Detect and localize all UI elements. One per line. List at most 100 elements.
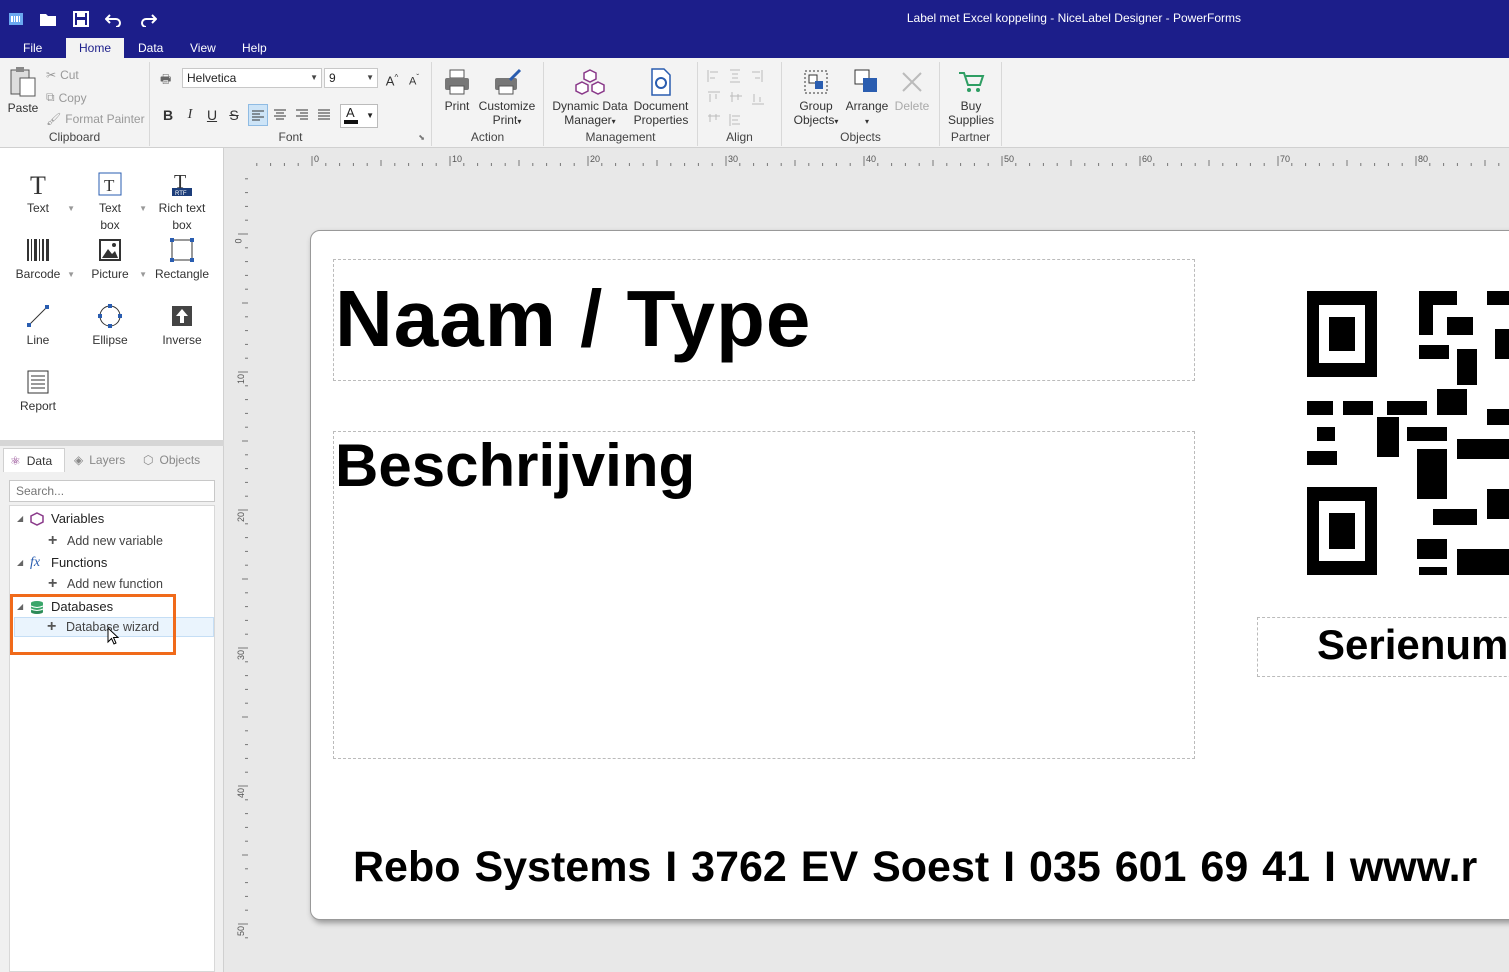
buy-supplies-button[interactable]: Buy Supplies (944, 68, 998, 127)
ellipse-tool[interactable]: Ellipse (75, 302, 145, 349)
font-size-select[interactable]: 9 ▼ (324, 68, 378, 88)
italic-button[interactable]: I (180, 104, 200, 126)
undo-icon[interactable] (101, 8, 127, 30)
font-family-select[interactable]: Helvetica ▼ (182, 68, 322, 88)
text-tool[interactable]: T Text ▼ (3, 170, 75, 217)
delete-button[interactable]: Delete (890, 68, 934, 113)
variable-cube-icon (30, 512, 44, 526)
ruler-label: 80 (1418, 154, 1429, 164)
chevron-down-icon: ▾ (864, 117, 869, 126)
bold-button[interactable]: B (158, 104, 178, 126)
paste-button[interactable]: Paste (4, 66, 42, 115)
copy-button[interactable]: ⧉ Copy (46, 90, 87, 105)
ruler-label: 70 (1280, 154, 1291, 164)
window-title: Label met Excel koppeling - NiceLabel De… (906, 11, 1241, 25)
chevron-down-icon: ▼ (67, 270, 75, 279)
cut-button[interactable]: ✂ Cut (46, 68, 79, 82)
paste-icon (10, 67, 36, 97)
ruler-label: 60 (1142, 154, 1153, 164)
chevron-down-icon: ▼ (139, 204, 147, 213)
add-new-function[interactable]: + Add new function (10, 574, 214, 594)
inverse-tool[interactable]: Inverse (147, 302, 217, 349)
strikethrough-button[interactable]: S (224, 104, 244, 126)
format-painter-button[interactable]: 🖌 Format Painter (46, 112, 145, 126)
grow-font-button[interactable]: A^ (382, 67, 402, 89)
printer-font-icon: 🖶 (160, 72, 172, 86)
search-input[interactable] (9, 480, 215, 502)
objects-group: Group Objects▾ Arrange ▾ Delete Objects (782, 62, 940, 146)
app-icon (3, 8, 29, 30)
report-tool[interactable]: Report (3, 368, 73, 415)
font-color-icon: A (346, 105, 355, 120)
partner-group: Buy Supplies Partner (940, 62, 1002, 146)
open-folder-icon[interactable] (35, 8, 61, 30)
chevron-down-icon: ▼ (366, 111, 374, 120)
tab-help[interactable]: Help (232, 38, 277, 58)
chevron-down-icon: ▾ (611, 117, 616, 126)
tab-data[interactable]: Data (128, 38, 173, 58)
align-left-button[interactable] (248, 104, 268, 126)
print-button[interactable]: Print (438, 68, 476, 113)
svg-text:T: T (30, 171, 46, 198)
ellipse-icon (98, 304, 122, 328)
align-center-button[interactable] (270, 104, 290, 126)
document-properties-button[interactable]: Document Properties (630, 68, 692, 127)
align-tools-icon (707, 69, 764, 126)
expand-triangle-icon[interactable]: ◢ (17, 509, 23, 529)
ruler-label: 50 (236, 925, 247, 937)
picture-tool[interactable]: Picture ▼ (75, 236, 147, 283)
picture-icon (99, 239, 121, 261)
text-icon: T (30, 171, 46, 198)
line-tool[interactable]: Line (3, 302, 73, 349)
ribbon: Paste ✂ Cut ⧉ Copy 🖌 Format Painter Clipboa… (0, 58, 1509, 148)
dynamic-data-manager-button[interactable]: Dynamic Data Manager▾ (550, 68, 630, 129)
data-icon: ⚛ (10, 453, 21, 468)
beschrijving-text: Beschrijving (335, 432, 696, 499)
ruler-label: 0 (233, 238, 244, 244)
arrange-icon (854, 69, 877, 92)
tab-objects[interactable]: ⬡ Objects (137, 448, 206, 472)
qr-code[interactable] (1307, 289, 1509, 587)
tab-home[interactable]: Home (66, 38, 124, 58)
tab-file[interactable]: File (13, 38, 52, 58)
plus-icon: + (48, 575, 58, 592)
chevron-down-icon: ▾ (834, 117, 839, 126)
printer-icon (445, 69, 469, 95)
tab-view[interactable]: View (180, 38, 226, 58)
rectangle-tool[interactable]: Rectangle (147, 236, 217, 283)
tree-node-functions[interactable]: ◢ fx Functions (10, 553, 214, 573)
justify-button[interactable] (314, 104, 334, 126)
tab-layers[interactable]: ◈ Layers (68, 448, 131, 472)
text-box-icon: T (98, 172, 122, 196)
company-footer-text: Rebo Systems I 3762 EV Soest I 035 601 6… (353, 843, 1478, 891)
add-new-variable[interactable]: + Add new variable (10, 531, 214, 551)
report-icon (27, 370, 49, 394)
rectangle-icon (170, 238, 194, 262)
shrink-font-button[interactable]: Aˇ (404, 67, 424, 89)
ruler-label: 10 (452, 154, 463, 164)
underline-button[interactable]: U (202, 104, 222, 126)
tab-data-panel[interactable]: ⚛ Data (3, 448, 65, 472)
chevron-down-icon: ▼ (67, 204, 75, 213)
redo-icon[interactable] (135, 8, 161, 30)
customize-print-button[interactable]: Customize Print▾ (476, 68, 538, 129)
ruler-label: 50 (1004, 154, 1015, 164)
naam-type-text: Naam / Type (335, 274, 812, 363)
barcode-tool[interactable]: Barcode ▼ (3, 236, 75, 283)
rich-text-box-tool[interactable]: T RTF Rich text box (147, 170, 217, 234)
save-icon[interactable] (68, 8, 94, 30)
barcode-icon (27, 239, 49, 261)
font-color-button[interactable]: A ▼ (340, 104, 378, 128)
text-box-tool[interactable]: T Text box ▼ (75, 170, 147, 234)
arrange-button[interactable]: Arrange ▾ (844, 68, 890, 129)
toolbox: T Text ▼ T Text box ▼ T RTF Rich text box Bar… (0, 148, 224, 440)
group-objects-button[interactable]: Group Objects▾ (788, 68, 844, 129)
align-right-button[interactable] (292, 104, 312, 126)
clipboard-group: Paste ✂ Cut ⧉ Copy 🖌 Format Painter Clipboa… (0, 62, 150, 146)
tree-node-variables[interactable]: ◢ Variables (10, 509, 214, 529)
label-design[interactable]: Naam / Type Beschrijving Serienum Rebo S… (310, 230, 1509, 920)
expand-triangle-icon[interactable]: ◢ (17, 553, 23, 573)
delete-icon (902, 72, 922, 92)
serienummer-text: Serienum (1317, 621, 1509, 668)
justify-icon (318, 109, 330, 120)
